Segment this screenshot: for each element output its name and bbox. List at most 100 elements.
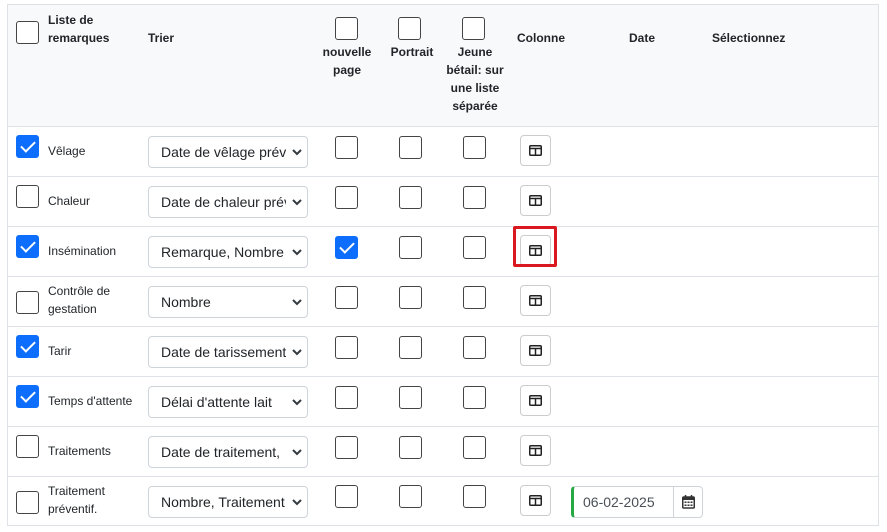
sort-select[interactable]: Délai d'attente lait [148, 386, 308, 418]
table-row: Temps d'attente Délai d'attente lait [8, 377, 878, 427]
chevron-down-icon [292, 399, 302, 406]
header-select-label: Sélectionnez [712, 31, 786, 45]
portrait-checkbox[interactable] [399, 136, 422, 159]
young-stock-checkbox[interactable] [463, 286, 486, 309]
row-checkbox[interactable] [16, 291, 39, 314]
sort-select-value: Date de traitement, [161, 444, 281, 460]
sort-select[interactable]: Date de traitement, [148, 436, 308, 468]
header-list-label: Liste de remarques [48, 13, 110, 45]
young-stock-checkbox[interactable] [463, 136, 486, 159]
sort-select[interactable]: Date de tarissement [148, 336, 308, 368]
new-page-checkbox[interactable] [335, 136, 358, 159]
column-layout-icon [529, 195, 542, 206]
table-row: Contrôle de gestation Nombre [8, 277, 878, 327]
highlight-box [513, 226, 557, 267]
row-checkbox[interactable] [16, 185, 39, 208]
row-checkbox[interactable] [16, 135, 39, 158]
portrait-checkbox[interactable] [399, 386, 422, 409]
sort-select-value: Date de vêlage prévue [161, 144, 286, 160]
row-label: Insémination [48, 244, 117, 258]
row-label: Vêlage [48, 144, 86, 158]
young-stock-checkbox[interactable] [463, 436, 486, 459]
header-sort-label: Trier [148, 31, 175, 45]
sort-select-value: Nombre [161, 294, 211, 310]
young-stock-checkbox[interactable] [463, 336, 486, 359]
sort-select-value: Remarque, Nombre [161, 244, 284, 260]
row-checkbox[interactable] [16, 491, 39, 514]
new-page-checkbox[interactable] [335, 236, 358, 259]
young-stock-checkbox[interactable] [463, 186, 486, 209]
column-button[interactable] [520, 485, 551, 516]
column-button[interactable] [520, 435, 551, 466]
header-new-page-label: nouvelle page [322, 45, 372, 77]
chevron-down-icon [292, 249, 302, 256]
chevron-down-icon [292, 299, 302, 306]
table-row: Insémination Remarque, Nombre [8, 227, 878, 277]
portrait-checkbox[interactable] [399, 336, 422, 359]
row-label: Tarir [48, 344, 72, 358]
new-page-checkbox[interactable] [335, 485, 358, 508]
young-stock-checkbox[interactable] [463, 386, 486, 409]
column-button[interactable] [520, 285, 551, 316]
row-checkbox[interactable] [16, 235, 39, 258]
young-stock-checkbox[interactable] [463, 485, 486, 508]
row-checkbox[interactable] [16, 385, 39, 408]
row-label: Temps d'attente [48, 394, 133, 408]
portrait-all-checkbox[interactable] [398, 17, 421, 40]
sort-select[interactable]: Nombre [148, 286, 308, 318]
new-page-all-checkbox[interactable] [335, 17, 358, 40]
table-header: Liste de remarques Trier nouvelle page P… [8, 5, 878, 127]
date-value: 06-02-2025 [583, 494, 655, 510]
column-layout-icon [529, 495, 542, 506]
portrait-checkbox[interactable] [399, 485, 422, 508]
header-young-stock-label: Jeune bétail: sur une liste séparée [446, 45, 504, 113]
table-row: Traitements Date de traitement, [8, 427, 878, 477]
column-button[interactable] [520, 135, 551, 166]
sort-select-value: Nombre, Traitement [161, 494, 285, 510]
young-stock-checkbox[interactable] [463, 236, 486, 259]
sort-select[interactable]: Date de vêlage prévue [148, 136, 308, 168]
row-checkbox[interactable] [16, 335, 39, 358]
row-label: Traitements [48, 444, 111, 458]
new-page-checkbox[interactable] [335, 286, 358, 309]
column-layout-icon [529, 345, 542, 356]
row-label: Contrôle de gestation [48, 284, 111, 316]
new-page-checkbox[interactable] [335, 386, 358, 409]
column-button[interactable] [520, 185, 551, 216]
column-layout-icon [529, 145, 542, 156]
young-stock-all-checkbox[interactable] [462, 17, 485, 40]
header-column-label: Colonne [517, 31, 565, 45]
portrait-checkbox[interactable] [399, 436, 422, 459]
sort-select-value: Délai d'attente lait [161, 394, 272, 410]
new-page-checkbox[interactable] [335, 336, 358, 359]
column-layout-icon [529, 395, 542, 406]
portrait-checkbox[interactable] [399, 186, 422, 209]
portrait-checkbox[interactable] [399, 286, 422, 309]
row-label: Chaleur [48, 194, 91, 208]
date-input-divider [673, 487, 674, 517]
header-portrait-label: Portrait [390, 45, 434, 59]
table-row: Vêlage Date de vêlage prévue [8, 127, 878, 177]
sort-select-value: Date de chaleur prévue [161, 194, 286, 210]
column-layout-icon [529, 295, 542, 306]
new-page-checkbox[interactable] [335, 186, 358, 209]
chevron-down-icon [292, 149, 302, 156]
sort-select[interactable]: Nombre, Traitement [148, 486, 308, 518]
sort-select[interactable]: Remarque, Nombre [148, 236, 308, 268]
column-button[interactable] [520, 335, 551, 366]
sort-select[interactable]: Date de chaleur prévue [148, 186, 308, 218]
chevron-down-icon [292, 199, 302, 206]
chevron-down-icon [292, 449, 302, 456]
select-all-checkbox[interactable] [16, 21, 39, 44]
calendar-icon[interactable] [682, 495, 695, 509]
table-row: Chaleur Date de chaleur prévue [8, 177, 878, 227]
new-page-checkbox[interactable] [335, 436, 358, 459]
column-layout-icon [529, 445, 542, 456]
table-row: Traitement préventif. Nombre, Traitement… [8, 477, 878, 527]
table-row: Tarir Date de tarissement [8, 327, 878, 377]
portrait-checkbox[interactable] [399, 236, 422, 259]
row-checkbox[interactable] [16, 435, 39, 458]
remarks-table: Liste de remarques Trier nouvelle page P… [7, 4, 879, 526]
column-button[interactable] [520, 385, 551, 416]
date-input[interactable]: 06-02-2025 [571, 486, 703, 518]
